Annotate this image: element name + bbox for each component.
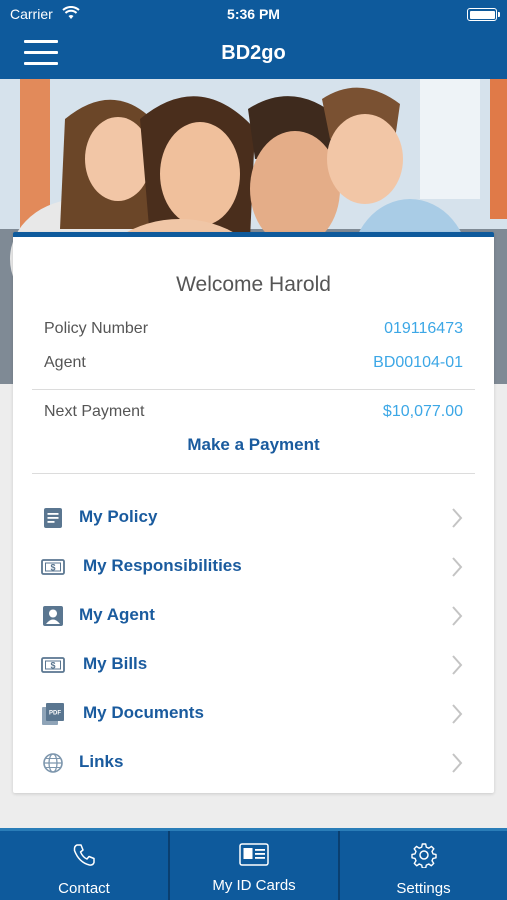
app-title: BD2go	[221, 42, 286, 64]
bottom-tab-bar: Contact My ID Cards Settings	[0, 828, 507, 900]
menu-item-links[interactable]: Links	[41, 743, 466, 783]
next-payment-row: Next Payment $10,077.00	[44, 403, 463, 425]
policy-number-label: Policy Number	[44, 320, 149, 337]
tab-label: Contact	[58, 880, 110, 897]
divider	[32, 473, 475, 474]
battery-icon	[467, 8, 500, 21]
tab-settings[interactable]: Settings	[340, 831, 507, 900]
menu-item-my-policy[interactable]: My Policy	[41, 498, 466, 538]
agent-label: Agent	[44, 354, 86, 371]
nav-bar: BD2go	[0, 30, 507, 79]
chevron-right-icon	[452, 753, 463, 773]
person-icon	[43, 606, 63, 626]
tab-label: Settings	[396, 880, 451, 897]
chevron-right-icon	[452, 508, 463, 528]
policy-number-row: Policy Number 019116473	[44, 320, 463, 342]
chevron-right-icon	[452, 557, 463, 577]
menu-item-label: My Bills	[83, 654, 148, 673]
account-card: Welcome Harold Policy Number 019116473 A…	[13, 232, 494, 793]
menu-item-label: My Policy	[79, 507, 158, 526]
menu-item-label: My Responsibilities	[83, 556, 242, 575]
globe-icon	[43, 753, 63, 773]
document-icon	[44, 508, 62, 528]
status-bar: Carrier 5:36 PM	[0, 0, 507, 30]
menu-item-label: Links	[79, 752, 124, 771]
policy-number-value[interactable]: 019116473	[384, 320, 463, 338]
divider	[32, 389, 475, 390]
gear-icon	[410, 843, 437, 868]
tab-contact[interactable]: Contact	[0, 831, 168, 900]
chevron-right-icon	[452, 606, 463, 626]
id-card-icon	[239, 843, 269, 866]
phone-icon	[73, 844, 95, 866]
svg-text:$: $	[50, 563, 55, 573]
svg-text:PDF: PDF	[49, 711, 61, 717]
chevron-right-icon	[452, 655, 463, 675]
make-payment-link[interactable]: Make a Payment	[13, 435, 494, 455]
menu-item-my-documents[interactable]: PDF My Documents	[41, 694, 466, 734]
tab-label: My ID Cards	[212, 877, 296, 894]
chevron-right-icon	[452, 704, 463, 724]
dollar-bill-icon: $	[41, 657, 65, 673]
pdf-icon: PDF	[42, 703, 64, 725]
tab-my-id-cards[interactable]: My ID Cards	[170, 831, 338, 900]
agent-row: Agent BD00104-01	[44, 354, 463, 376]
menu-item-label: My Documents	[83, 703, 204, 722]
menu-item-my-agent[interactable]: My Agent	[41, 596, 466, 636]
svg-text:$: $	[50, 661, 55, 671]
menu-item-my-responsibilities[interactable]: $ My Responsibilities	[41, 547, 466, 587]
menu-item-my-bills[interactable]: $ My Bills	[41, 645, 466, 685]
welcome-heading: Welcome Harold	[176, 273, 331, 296]
agent-value[interactable]: BD00104-01	[373, 354, 463, 372]
menu-item-label: My Agent	[79, 605, 155, 624]
dollar-bill-icon: $	[41, 559, 65, 575]
clock: 5:36 PM	[227, 6, 280, 22]
next-payment-label: Next Payment	[44, 403, 145, 420]
next-payment-value: $10,077.00	[382, 403, 463, 420]
